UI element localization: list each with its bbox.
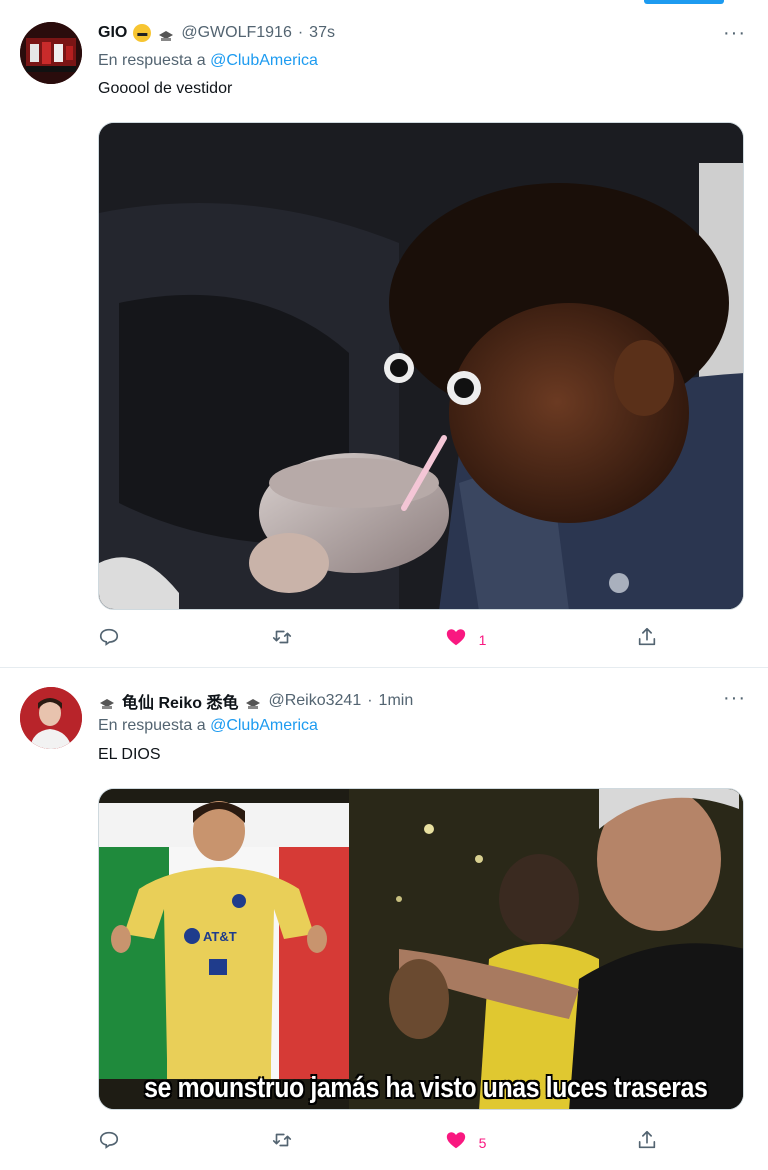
timestamp[interactable]: 37s xyxy=(309,24,335,42)
retweet-icon xyxy=(271,626,293,653)
comment-icon xyxy=(98,626,120,653)
retweet-icon xyxy=(271,1129,293,1156)
tweet-text: Gooool de vestidor xyxy=(98,80,233,97)
reply-prefix: En respuesta a xyxy=(98,52,206,69)
sunglasses-emoji-icon: ▬ xyxy=(133,24,152,42)
like-count: 1 xyxy=(478,631,487,648)
more-icon[interactable]: ··· xyxy=(723,23,746,43)
share-button[interactable] xyxy=(618,626,658,653)
graduation-cap-icon xyxy=(244,693,262,709)
tweet-text: EL DIOS xyxy=(98,746,161,763)
tweet[interactable]: 龟仙 Reiko 悉龟 @Reiko3241 · 1min ··· En res… xyxy=(0,669,768,1170)
reply-mention-link[interactable]: @ClubAmerica xyxy=(210,717,318,734)
graduation-cap-icon xyxy=(157,25,175,41)
heart-icon xyxy=(445,1129,467,1156)
reply-button[interactable] xyxy=(98,1129,208,1156)
retweet-button[interactable] xyxy=(271,626,381,653)
heart-icon xyxy=(445,626,467,653)
share-button[interactable] xyxy=(618,1129,658,1156)
graduation-cap-icon xyxy=(98,693,116,709)
timestamp[interactable]: 1min xyxy=(379,692,414,710)
retweet-button[interactable] xyxy=(271,1129,381,1156)
reply-context: En respuesta a @ClubAmerica xyxy=(98,52,318,70)
reply-button[interactable] xyxy=(98,626,208,653)
separator-dot: · xyxy=(367,692,373,709)
separator-dot: · xyxy=(297,24,304,41)
reply-context: En respuesta a @ClubAmerica xyxy=(98,717,318,735)
user-handle[interactable]: @GWOLF1916 xyxy=(181,24,292,42)
tweet-media-image[interactable]: AT&T se mounstruo jamás ha visto unas lu… xyxy=(98,788,744,1110)
comment-icon xyxy=(98,1129,120,1156)
tweet-header: GIO ▬ @GWOLF1916 · 37s xyxy=(98,24,335,42)
tweet-actions: 1 xyxy=(98,626,658,653)
tweet[interactable]: GIO ▬ @GWOLF1916 · 37s ··· En respuesta … xyxy=(0,0,768,668)
like-count: 5 xyxy=(478,1134,487,1151)
reply-prefix: En respuesta a xyxy=(98,717,206,734)
more-icon[interactable]: ··· xyxy=(723,688,746,708)
display-name[interactable]: 龟仙 Reiko 悉龟 xyxy=(122,689,238,713)
share-icon xyxy=(636,1129,658,1156)
display-name[interactable]: GIO xyxy=(98,24,127,42)
avatar[interactable] xyxy=(20,22,82,84)
like-button[interactable]: 5 xyxy=(445,1129,555,1156)
jersey-sponsor: AT&T xyxy=(203,929,237,944)
user-handle[interactable]: @Reiko3241 xyxy=(268,692,361,710)
avatar[interactable] xyxy=(20,687,82,749)
tweet-header: 龟仙 Reiko 悉龟 @Reiko3241 · 1min xyxy=(98,689,413,713)
meme-caption: se mounstruo jamás ha visto unas luces t… xyxy=(144,1072,708,1104)
tweet-actions: 5 xyxy=(98,1129,658,1156)
tweet-media-image[interactable] xyxy=(98,122,744,610)
share-icon xyxy=(636,626,658,653)
reply-mention-link[interactable]: @ClubAmerica xyxy=(210,52,318,69)
like-button[interactable]: 1 xyxy=(445,626,555,653)
